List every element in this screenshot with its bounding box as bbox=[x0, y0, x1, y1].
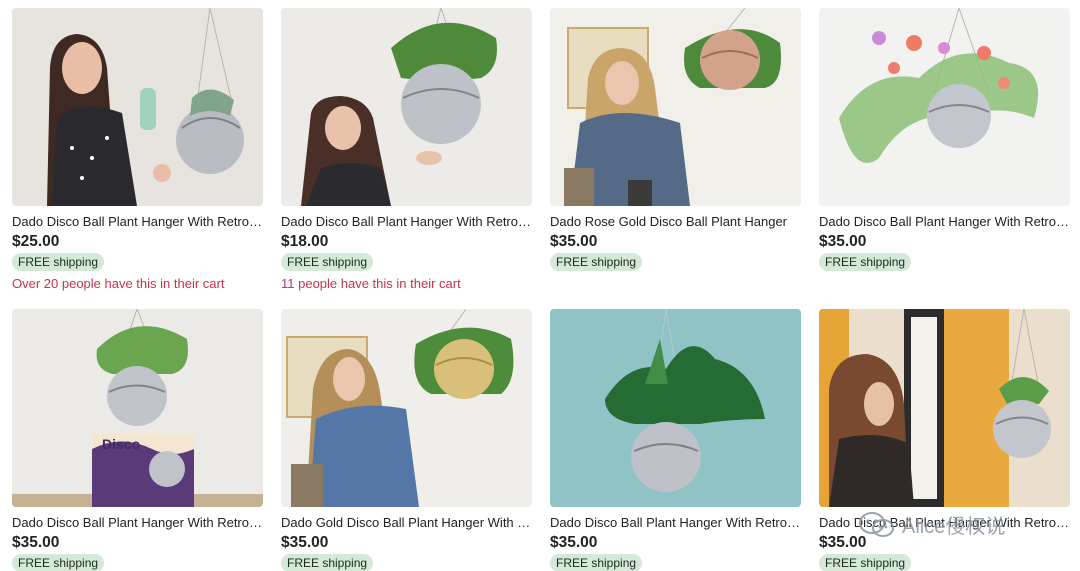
listing-card[interactable]: Dado Gold Disco Ball Plant Hanger With R… bbox=[281, 309, 532, 571]
listing-title[interactable]: Dado Disco Ball Plant Hanger With Retro … bbox=[12, 515, 263, 531]
watermark: Alice侵权说 bbox=[858, 510, 1005, 539]
listing-card[interactable]: Dado Disco Ball Plant Hanger With Retro … bbox=[281, 8, 532, 309]
listing-image[interactable]: Disco bbox=[12, 309, 263, 507]
listing-image[interactable] bbox=[550, 309, 801, 507]
free-shipping-badge: FREE shipping bbox=[550, 554, 643, 571]
listing-title[interactable]: Dado Rose Gold Disco Ball Plant Hanger bbox=[550, 214, 801, 230]
listing-card[interactable]: Dado Rose Gold Disco Ball Plant Hanger $… bbox=[550, 8, 801, 309]
listing-price: $35.00 bbox=[550, 233, 598, 250]
listing-title[interactable]: Dado Disco Ball Plant Hanger With Retro … bbox=[281, 214, 532, 230]
wechat-icon bbox=[859, 511, 894, 537]
free-shipping-badge: FREE shipping bbox=[550, 253, 643, 271]
listing-title[interactable]: Dado Gold Disco Ball Plant Hanger With R… bbox=[281, 515, 532, 531]
free-shipping-badge: FREE shipping bbox=[281, 253, 374, 271]
listing-grid: Dado Disco Ball Plant Hanger With Retro … bbox=[12, 8, 1070, 571]
listing-price: $35.00 bbox=[550, 534, 598, 551]
free-shipping-badge: FREE shipping bbox=[281, 554, 374, 571]
listing-image[interactable] bbox=[281, 309, 532, 507]
svg-text:Disco: Disco bbox=[102, 436, 140, 452]
listing-card[interactable]: Dado Disco Ball Plant Hanger With Retro … bbox=[12, 8, 263, 309]
cart-count-note: 11 people have this in their cart bbox=[281, 276, 461, 291]
listing-title[interactable]: Dado Disco Ball Plant Hanger With Retro … bbox=[819, 214, 1070, 230]
free-shipping-badge: FREE shipping bbox=[12, 253, 105, 271]
listing-image[interactable] bbox=[281, 8, 532, 206]
listing-image[interactable] bbox=[12, 8, 263, 206]
listing-card[interactable]: Disco Dado Disco Ball Plant Hanger With … bbox=[12, 309, 263, 571]
listing-card[interactable]: Dado Disco Ball Plant Hanger With Retro … bbox=[550, 309, 801, 571]
listing-title[interactable]: Dado Disco Ball Plant Hanger With Retro … bbox=[12, 214, 263, 230]
listing-card[interactable]: Dado Disco Ball Plant Hanger With Retro … bbox=[819, 8, 1070, 309]
free-shipping-badge: FREE shipping bbox=[819, 253, 912, 271]
listing-title[interactable]: Dado Disco Ball Plant Hanger With Retro … bbox=[550, 515, 801, 531]
free-shipping-badge: FREE shipping bbox=[12, 554, 105, 571]
listing-price: $25.00 bbox=[12, 233, 60, 250]
cart-count-note: Over 20 people have this in their cart bbox=[12, 276, 225, 291]
watermark-text: Alice侵权说 bbox=[902, 516, 1006, 538]
listing-price: $35.00 bbox=[281, 534, 329, 551]
free-shipping-badge: FREE shipping bbox=[819, 554, 912, 571]
listing-price: $35.00 bbox=[819, 233, 867, 250]
listing-price: $18.00 bbox=[281, 233, 329, 250]
listing-image[interactable] bbox=[550, 8, 801, 206]
listing-image[interactable] bbox=[819, 309, 1070, 507]
listing-price: $35.00 bbox=[12, 534, 60, 551]
listing-image[interactable] bbox=[819, 8, 1070, 206]
